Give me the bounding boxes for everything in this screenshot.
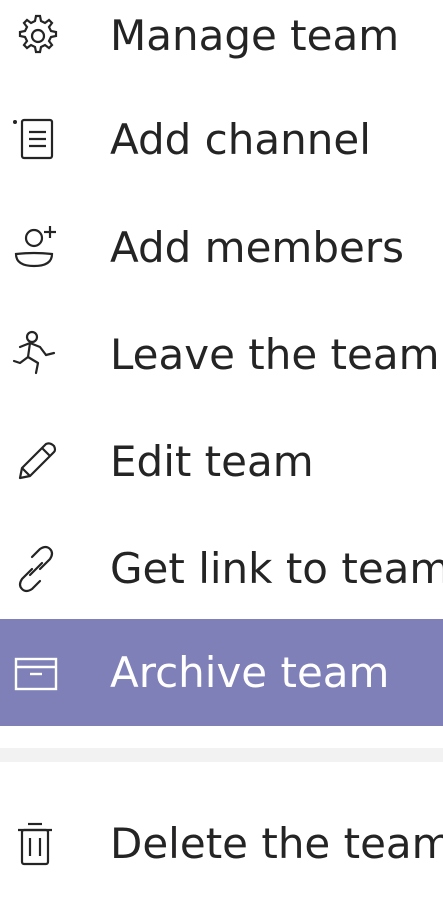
menu-item-label: Edit team (110, 436, 314, 486)
menu-item-label: Archive team (110, 647, 390, 697)
trash-icon (8, 816, 64, 872)
menu-item-delete-team[interactable]: Delete the team (0, 790, 443, 897)
pencil-icon (8, 434, 64, 490)
menu-item-add-channel[interactable]: Add channel (0, 86, 443, 193)
link-icon (8, 541, 64, 597)
menu-item-manage-team[interactable]: Manage team (0, 0, 443, 89)
menu-item-label: Manage team (110, 10, 400, 60)
team-options-menu: Manage team Add channel Add members Leav… (0, 0, 443, 865)
menu-item-edit-team[interactable]: Edit team (0, 408, 443, 515)
running-person-icon (8, 327, 64, 383)
menu-divider (0, 748, 443, 762)
menu-item-label: Leave the team (110, 329, 440, 379)
menu-item-label: Add channel (110, 114, 371, 164)
menu-item-label: Delete the team (110, 818, 443, 868)
add-person-icon (8, 220, 64, 276)
menu-item-label: Add members (110, 222, 404, 272)
menu-item-get-link[interactable]: Get link to team (0, 515, 443, 622)
menu-item-add-members[interactable]: Add members (0, 194, 443, 301)
channel-list-icon (8, 112, 64, 168)
menu-item-leave-team[interactable]: Leave the team (0, 301, 443, 408)
archive-box-icon (8, 645, 64, 701)
gear-icon (8, 8, 64, 64)
menu-item-archive-team[interactable]: Archive team (0, 619, 443, 726)
menu-item-label: Get link to team (110, 543, 443, 593)
